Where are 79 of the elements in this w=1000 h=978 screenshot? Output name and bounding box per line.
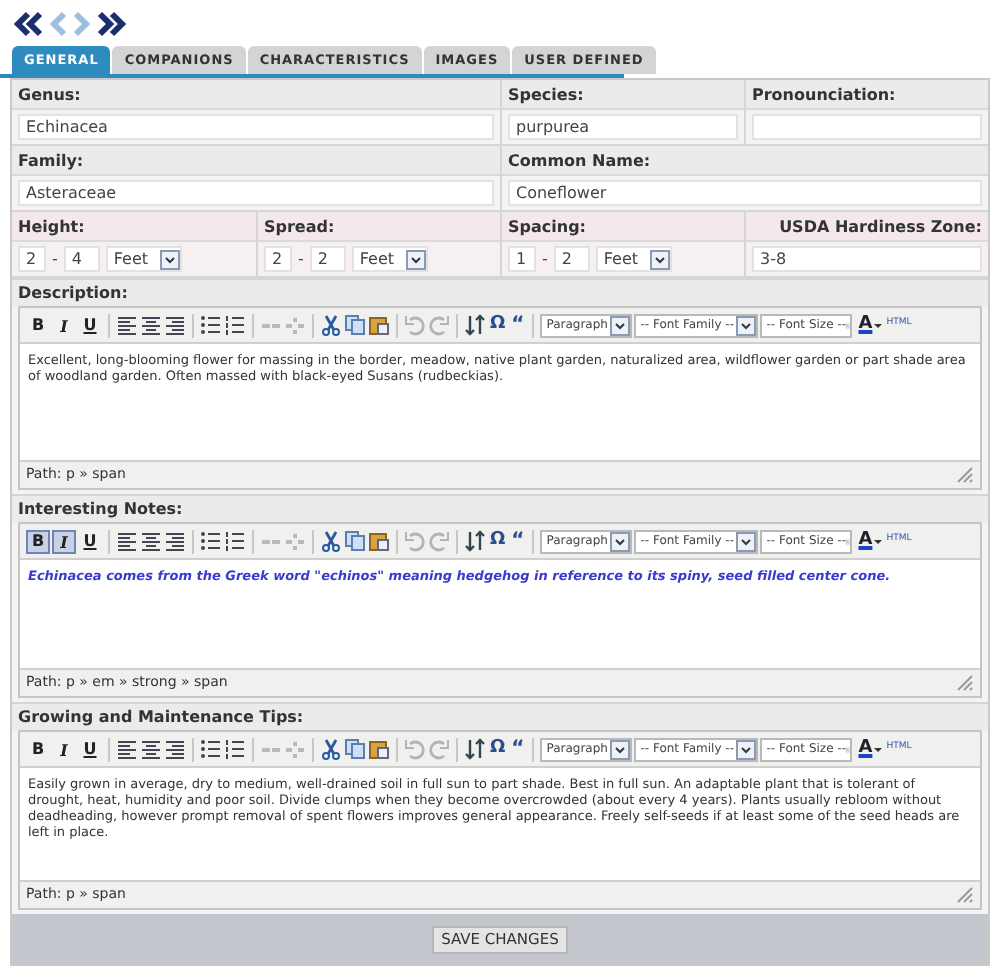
section-label: Description: bbox=[18, 284, 128, 302]
align-left-icon[interactable] bbox=[116, 314, 138, 336]
from-field[interactable]: 2 bbox=[18, 246, 46, 272]
align-center-icon[interactable] bbox=[140, 314, 162, 336]
style-toggle[interactable]: I bbox=[52, 529, 76, 553]
field-label: Genus: bbox=[18, 86, 81, 104]
clipboard-icon[interactable] bbox=[368, 738, 390, 760]
align-left-icon[interactable] bbox=[116, 738, 138, 760]
resize-handle-icon[interactable] bbox=[956, 674, 974, 692]
style-toggle[interactable]: U bbox=[78, 313, 102, 337]
text-field[interactable]: Coneflower bbox=[508, 180, 982, 206]
copy-icon[interactable] bbox=[344, 738, 366, 760]
scissors-icon[interactable] bbox=[320, 314, 342, 336]
up-down-arrows-icon[interactable] bbox=[464, 314, 486, 336]
field-label: Spread: bbox=[264, 218, 335, 236]
field-label: Species: bbox=[508, 86, 584, 104]
to-field[interactable]: 2 bbox=[309, 246, 346, 272]
up-down-arrows-icon[interactable] bbox=[464, 530, 486, 552]
resize-handle-icon[interactable] bbox=[956, 886, 974, 904]
text-field[interactable]: purpurea bbox=[508, 114, 738, 140]
double-left-arrow-icon[interactable] bbox=[12, 10, 44, 38]
clipboard-icon[interactable] bbox=[368, 314, 390, 336]
scissors-icon[interactable] bbox=[320, 530, 342, 552]
style-toggle[interactable]: B bbox=[26, 529, 50, 553]
field-label: USDA Hardiness Zone: bbox=[779, 218, 982, 236]
unit-dropdown[interactable]: Feet bbox=[105, 246, 183, 272]
style-toggle[interactable]: B bbox=[26, 737, 50, 761]
clipboard-icon[interactable] bbox=[368, 530, 390, 552]
numbered-list-icon[interactable] bbox=[224, 738, 246, 760]
resize-handle-icon[interactable] bbox=[956, 466, 974, 484]
font-color-button[interactable]: A bbox=[858, 527, 873, 555]
text-field[interactable] bbox=[752, 114, 982, 140]
bullet-list-icon[interactable] bbox=[200, 314, 222, 336]
font-color-button[interactable]: A bbox=[858, 735, 873, 763]
numbered-list-icon[interactable] bbox=[224, 530, 246, 552]
numbered-list-icon[interactable] bbox=[224, 314, 246, 336]
align-right-icon[interactable] bbox=[164, 738, 186, 760]
unit-dropdown[interactable]: Feet bbox=[351, 246, 429, 272]
section-label: Interesting Notes: bbox=[18, 500, 183, 518]
to-field[interactable]: 2 bbox=[553, 246, 590, 272]
field-label: Common Name: bbox=[508, 152, 651, 170]
from-field[interactable]: 2 bbox=[264, 246, 292, 272]
quote-symbol[interactable]: “ bbox=[509, 315, 527, 335]
field-label: Height: bbox=[18, 218, 85, 236]
text-field[interactable]: Asteraceae bbox=[18, 180, 494, 206]
text-field[interactable]: Echinacea bbox=[18, 114, 494, 140]
omega-symbol[interactable]: Ω bbox=[488, 735, 508, 763]
style-toggle[interactable]: U bbox=[78, 529, 102, 553]
field-label: Family: bbox=[18, 152, 84, 170]
range-separator: - bbox=[52, 247, 58, 271]
omega-symbol[interactable]: Ω bbox=[488, 527, 508, 555]
style-toggle[interactable]: U bbox=[78, 737, 102, 761]
range-separator: - bbox=[542, 247, 548, 271]
field-label: Pronounciation: bbox=[752, 86, 896, 104]
quote-symbol[interactable]: “ bbox=[509, 739, 527, 759]
to-field[interactable]: 4 bbox=[63, 246, 100, 272]
align-center-icon[interactable] bbox=[140, 738, 162, 760]
unit-dropdown[interactable]: Feet bbox=[595, 246, 673, 272]
text-field[interactable]: 3-8 bbox=[752, 246, 982, 272]
align-right-icon[interactable] bbox=[164, 314, 186, 336]
align-left-icon[interactable] bbox=[116, 530, 138, 552]
copy-icon[interactable] bbox=[344, 530, 366, 552]
omega-symbol[interactable]: Ω bbox=[488, 311, 508, 339]
bullet-list-icon[interactable] bbox=[200, 738, 222, 760]
up-down-arrows-icon[interactable] bbox=[464, 738, 486, 760]
style-toggle[interactable]: B bbox=[26, 313, 50, 337]
align-right-icon[interactable] bbox=[164, 530, 186, 552]
scissors-icon[interactable] bbox=[320, 738, 342, 760]
align-center-icon[interactable] bbox=[140, 530, 162, 552]
quote-symbol[interactable]: “ bbox=[509, 531, 527, 551]
bullet-list-icon[interactable] bbox=[200, 530, 222, 552]
copy-icon[interactable] bbox=[344, 314, 366, 336]
field-label: Spacing: bbox=[508, 218, 586, 236]
from-field[interactable]: 1 bbox=[508, 246, 536, 272]
range-separator: - bbox=[298, 247, 304, 271]
section-label: Growing and Maintenance Tips: bbox=[18, 708, 304, 726]
style-toggle[interactable]: I bbox=[52, 313, 76, 337]
style-toggle[interactable]: I bbox=[52, 737, 76, 761]
font-color-button[interactable]: A bbox=[858, 311, 873, 339]
